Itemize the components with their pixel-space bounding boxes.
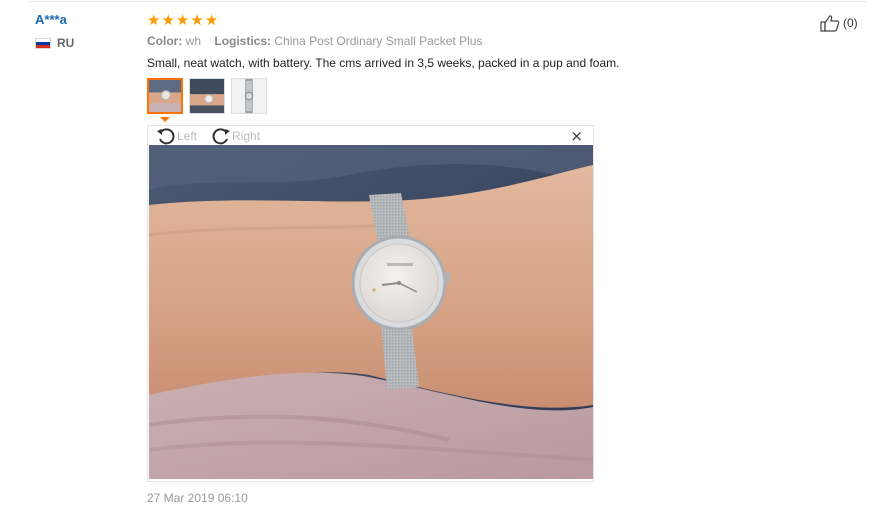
review-date: 27 Mar 2019 06:10 [147, 491, 248, 505]
photo-thumb-1[interactable] [147, 78, 183, 114]
country-code: RU [57, 36, 75, 50]
top-divider [28, 1, 867, 2]
star-icon: ★ [204, 11, 219, 29]
rotate-left-button[interactable]: Left [156, 127, 197, 145]
star-icon: ★ [190, 11, 204, 29]
reviewer-name: A***a [35, 12, 67, 27]
color-label: Color: [147, 34, 183, 48]
star-icon: ★ [147, 11, 161, 29]
star-rating: ★ ★ ★ ★ ★ [147, 12, 867, 28]
close-viewer-button[interactable]: × [570, 127, 583, 145]
color-value: wh [185, 34, 202, 48]
logistics-value: China Post Ordinary Small Packet Plus [274, 34, 483, 48]
helpful-button[interactable]: (0) [820, 14, 858, 32]
star-icon: ★ [175, 11, 190, 29]
active-thumb-indicator [160, 117, 170, 122]
photo-thumbnails [147, 78, 867, 114]
reviewer-country: RU [35, 36, 135, 50]
rotate-left-icon [157, 127, 175, 144]
review-body: ★ ★ ★ ★ ★ Color: wh Logistics: China Pos… [147, 12, 867, 114]
rotate-right-button[interactable]: Right [211, 127, 260, 145]
logistics-label: Logistics: [214, 34, 272, 48]
star-icon: ★ [161, 11, 175, 29]
viewer-toolbar: Left Right [148, 126, 593, 145]
photo-thumb-2[interactable] [189, 78, 225, 114]
russia-flag-icon [35, 37, 51, 49]
helpful-count: (0) [843, 16, 858, 30]
photo-thumb-3[interactable] [231, 78, 267, 114]
photo-viewer: Left Right × [147, 125, 594, 482]
review-photo [149, 145, 593, 479]
rotate-right-label: Right [232, 128, 261, 143]
rotate-left-label: Left [177, 128, 198, 143]
rotate-right-icon [212, 127, 231, 144]
feedback-text: Small, neat watch, with battery. The cms… [147, 56, 620, 70]
reviewer-info: A***a RU [35, 12, 135, 50]
thumbs-up-icon [820, 15, 840, 32]
order-attributes: Color: wh Logistics: China Post Ordinary… [147, 34, 867, 48]
